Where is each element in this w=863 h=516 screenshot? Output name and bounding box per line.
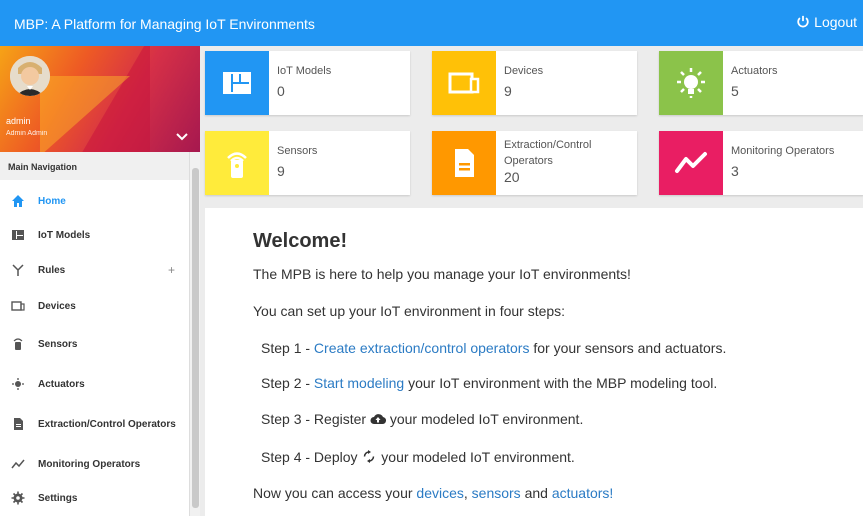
sidebar-item-label: IoT Models: [38, 229, 91, 241]
step-text: Step 2 -: [261, 375, 314, 391]
sidebar-item-iot-models[interactable]: IoT Models: [0, 220, 189, 250]
step-text: for your sensors and actuators.: [529, 340, 727, 356]
rules-icon: [8, 262, 28, 278]
welcome-panel: Welcome! The MPB is here to help you man…: [205, 208, 863, 516]
step-3: Step 3 - Register your modeled IoT envir…: [261, 411, 583, 427]
profile-panel: admin Admin Admin: [0, 46, 200, 152]
card-label: Monitoring Operators: [731, 145, 835, 157]
cloud-upload-icon: [370, 414, 386, 425]
sidebar-item-label: Devices: [38, 300, 76, 312]
sidebar-item-settings[interactable]: Settings: [0, 483, 189, 513]
create-operators-link[interactable]: Create extraction/control operators: [314, 340, 530, 356]
step-text: your modeled IoT environment.: [385, 411, 584, 427]
welcome-intro: The MPB is here to help you manage your …: [253, 266, 631, 282]
sidebar: admin Admin Admin Main Navigation Home I…: [0, 46, 200, 516]
devices-icon: [8, 298, 28, 314]
card-label: Sensors: [277, 145, 318, 157]
sidebar-item-label: Monitoring Operators: [38, 458, 141, 470]
sidebar-item-label: Settings: [38, 492, 78, 504]
models-icon: [8, 227, 28, 243]
card-value: 0: [277, 83, 285, 99]
logout-label: Logout: [814, 14, 857, 30]
models-icon: [205, 51, 269, 115]
step-text: Step 4 - Deploy: [261, 449, 362, 465]
start-modeling-link[interactable]: Start modeling: [314, 375, 404, 391]
step-text: Step 1 -: [261, 340, 314, 356]
card-label: Actuators: [731, 65, 778, 77]
step-4: Step 4 - Deploy your modeled IoT environ…: [261, 449, 575, 465]
sensor-icon: [8, 336, 28, 352]
actuator-icon: [659, 51, 723, 115]
card-value: 5: [731, 83, 739, 99]
welcome-setup: You can set up your IoT environment in f…: [253, 303, 566, 319]
sidebar-item-rules[interactable]: Rules +: [0, 255, 189, 285]
step-text: your modeled IoT environment.: [377, 449, 575, 465]
chart-line-icon: [659, 131, 723, 195]
sidebar-item-label: Actuators: [38, 378, 85, 390]
sidebar-item-label: Home: [38, 195, 66, 207]
sensor-icon: [205, 131, 269, 195]
card-label: Devices: [504, 65, 544, 77]
card-sensors[interactable]: Sensors 9: [205, 131, 410, 195]
file-icon: [432, 131, 496, 195]
card-value: 20: [504, 169, 520, 185]
card-extraction-operators[interactable]: Extraction/Control Operators 20: [432, 131, 637, 195]
expand-icon[interactable]: +: [168, 263, 175, 277]
card-iot-models[interactable]: IoT Models 0: [205, 51, 410, 115]
sidebar-item-label: Sensors: [38, 338, 78, 350]
step-2: Step 2 - Start modeling your IoT environ…: [261, 375, 717, 391]
card-value: 9: [277, 163, 285, 179]
sidebar-item-label: Rules: [38, 264, 66, 276]
step-text: your IoT environment with the MBP modeli…: [404, 375, 718, 391]
sidebar-scrollbar[interactable]: [189, 152, 200, 516]
home-icon: [8, 193, 28, 209]
access-text: Now you can access your: [253, 485, 417, 501]
welcome-title: Welcome!: [253, 230, 348, 252]
actuator-icon: [8, 376, 28, 392]
access-text: ,: [463, 485, 472, 501]
card-label: Extraction/Control Operators: [504, 139, 592, 167]
access-line: Now you can access your devices, sensors…: [253, 485, 613, 501]
card-label: IoT Models: [277, 65, 332, 77]
card-value: 3: [731, 163, 739, 179]
gear-icon: [8, 490, 28, 506]
sidebar-item-extraction-operators[interactable]: Extraction/Control Operators: [0, 409, 189, 439]
profile-name: admin: [6, 116, 31, 126]
card-value: 9: [504, 83, 512, 99]
devices-link[interactable]: devices: [416, 485, 463, 501]
chart-line-icon: [8, 456, 28, 472]
sidebar-item-home[interactable]: Home: [0, 186, 189, 216]
app-title: MBP: A Platform for Managing IoT Environ…: [14, 16, 315, 32]
file-icon: [8, 416, 28, 432]
chevron-down-icon[interactable]: [176, 128, 188, 146]
profile-subname: Admin Admin: [6, 130, 48, 137]
sidebar-item-devices[interactable]: Devices: [0, 291, 189, 321]
sidebar-item-label: Extraction/Control Operators: [38, 418, 176, 430]
card-actuators[interactable]: Actuators 5: [659, 51, 863, 115]
sidebar-item-actuators[interactable]: Actuators: [0, 369, 189, 399]
card-devices[interactable]: Devices 9: [432, 51, 637, 115]
top-bar: MBP: A Platform for Managing IoT Environ…: [0, 0, 863, 46]
step-text: Step 3 - Register: [261, 411, 370, 427]
power-icon: [797, 15, 809, 28]
sidebar-item-sensors[interactable]: Sensors: [0, 329, 189, 359]
card-monitoring-operators[interactable]: Monitoring Operators 3: [659, 131, 863, 195]
nav-heading: Main Navigation: [0, 152, 200, 180]
devices-icon: [432, 51, 496, 115]
sidebar-item-monitoring-operators[interactable]: Monitoring Operators: [0, 449, 189, 479]
avatar: [10, 56, 50, 96]
actuators-link[interactable]: actuators!: [552, 485, 613, 501]
access-text: and: [520, 485, 552, 501]
sensors-link[interactable]: sensors: [472, 485, 521, 501]
step-1: Step 1 - Create extraction/control opera…: [261, 340, 726, 356]
refresh-icon: [364, 450, 375, 463]
logout-button[interactable]: Logout: [796, 14, 857, 30]
